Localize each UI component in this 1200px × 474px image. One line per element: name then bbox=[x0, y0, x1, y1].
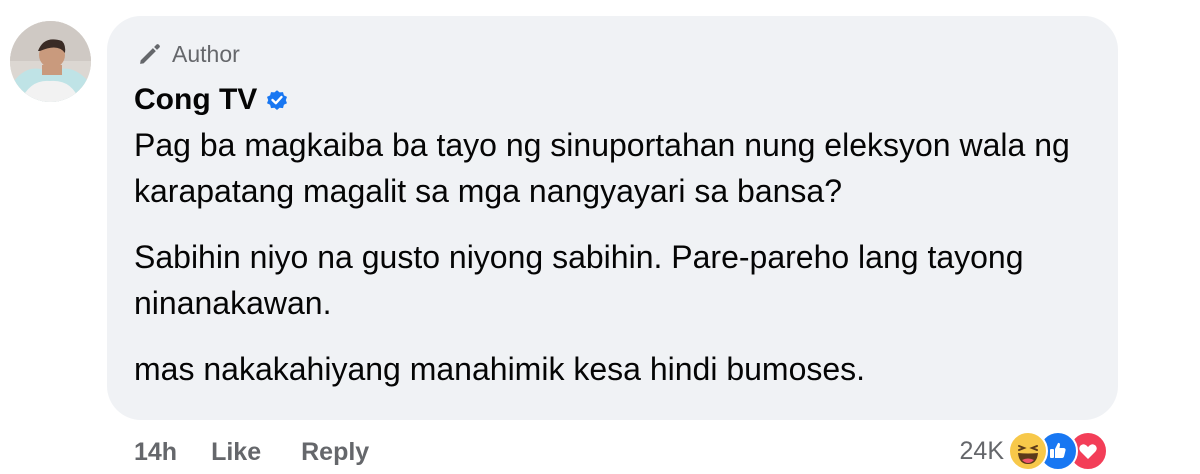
author-badge-label: Author bbox=[172, 40, 240, 67]
author-badge: Author bbox=[136, 40, 240, 68]
avatar-image bbox=[10, 21, 91, 102]
comment-paragraph: Sabihin niyo na gusto niyong sabihin. Pa… bbox=[134, 239, 1024, 321]
comment-text: Pag ba magkaiba ba tayo ng sinuportahan … bbox=[134, 122, 1104, 392]
haha-icon bbox=[1008, 431, 1048, 471]
comment-paragraph: mas nakakahiyang manahimik kesa hindi bu… bbox=[134, 351, 866, 387]
reaction-icons bbox=[1008, 431, 1108, 471]
author-name-row: Cong TV bbox=[134, 82, 289, 118]
pencil-icon bbox=[136, 40, 164, 68]
reply-button[interactable]: Reply bbox=[301, 438, 369, 467]
like-button[interactable]: Like bbox=[211, 438, 261, 467]
avatar[interactable] bbox=[10, 21, 91, 102]
comment-paragraph: Pag ba magkaiba ba tayo ng sinuportahan … bbox=[134, 127, 1070, 209]
reaction-count: 24K bbox=[959, 436, 1004, 465]
reactions-summary[interactable]: 24K bbox=[960, 430, 1108, 472]
comment-timestamp[interactable]: 14h bbox=[134, 438, 177, 467]
author-name[interactable]: Cong TV bbox=[134, 83, 257, 117]
comment-actions: 14h Like Reply bbox=[134, 436, 369, 468]
verified-badge-icon bbox=[265, 88, 289, 112]
